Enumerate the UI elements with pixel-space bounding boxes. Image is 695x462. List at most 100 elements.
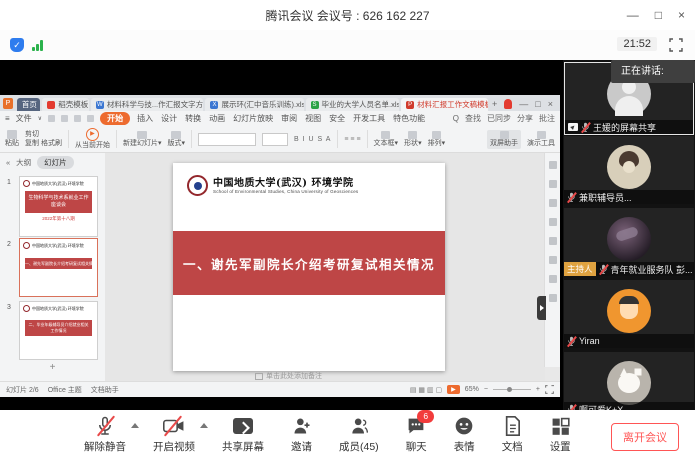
new-slide-button: 新建幻灯片	[123, 140, 158, 147]
ribbon-tab-animation: 动画	[208, 113, 226, 124]
slide-thumbnail-panel: « 大纲 幻灯片 1 中国地质大学(武汉) 环境学院 生物科学与技术系就业工作座…	[0, 153, 106, 382]
chat-icon: 6	[406, 415, 426, 437]
hamburger-icon: ≡	[5, 114, 10, 123]
slides-tab: 幻灯片	[37, 156, 74, 169]
mic-muted-icon	[567, 336, 576, 347]
emoji-icon	[454, 415, 474, 437]
participant-tile[interactable]: 兼职辅导员...	[564, 136, 694, 204]
university-name-cn: 中国地质大学(武汉) 环境学院	[213, 178, 358, 189]
wps-tab-doc1: W材料科学与技...作汇报文字方案	[91, 98, 204, 111]
zoom-in-icon: +	[536, 386, 540, 393]
sidebar-icon	[549, 218, 557, 226]
ribbon-tab-features: 特色功能	[392, 113, 426, 124]
avatar	[607, 361, 651, 405]
minimize-button[interactable]: —	[627, 8, 639, 22]
shape-button: 形状	[404, 140, 418, 147]
share-screen-button[interactable]: 共享屏幕	[222, 415, 264, 454]
zoom-out-icon: −	[484, 386, 488, 393]
sidebar-expand-arrow	[537, 296, 546, 320]
print-icon	[61, 115, 68, 122]
wps-doc-tabbar: P 首页 稻壳模板 W材料科学与技...作汇报文字方案 X展示环(汇中音乐训练)…	[0, 95, 560, 111]
avatar	[607, 217, 651, 261]
university-name-en: School of Environmental Studies, China U…	[213, 189, 358, 194]
fit-screen-icon	[545, 385, 554, 394]
mic-muted-icon	[567, 192, 576, 203]
wps-tabbar-right: + — □ ×	[492, 99, 553, 109]
undo-icon	[74, 115, 81, 122]
mic-muted-icon	[581, 122, 590, 133]
mini-logo-icon	[23, 242, 30, 249]
collapse-panel-icon: «	[6, 158, 10, 167]
participant-name: 青年就业服务队 彭...	[611, 263, 693, 276]
participant-tile-host[interactable]: 主持人 青年就业服务队 彭...	[564, 208, 694, 276]
wps-tab-active: P材料汇报工作文稿模板	[401, 98, 488, 111]
emoji-button[interactable]: 表情	[454, 415, 475, 454]
video-options-caret[interactable]	[200, 423, 208, 428]
wps-promo-icon	[504, 99, 512, 109]
avatar	[607, 145, 651, 189]
meeting-toolbar: 解除静音 开启视频 共享屏幕 邀请 成员(45)	[0, 410, 695, 462]
wps-tab-doc3: S毕业的大学人员名单.xlsx	[306, 98, 400, 111]
wps-tab-doc2: X展示环(汇中音乐训练).xlsx	[205, 98, 303, 111]
ribbon-tab-devtools: 开发工具	[352, 113, 386, 124]
unmute-button[interactable]: 解除静音	[84, 415, 126, 454]
participant-tile[interactable]: Yiran	[564, 280, 694, 348]
university-logo	[187, 175, 208, 196]
members-button[interactable]: 成员(45)	[339, 415, 379, 454]
play-from-current-icon: ▶	[86, 128, 99, 141]
sidebar-icon	[549, 161, 557, 169]
wps-workarea: « 大纲 幻灯片 1 中国地质大学(武汉) 环境学院 生物科学与技术系就业工作座…	[0, 153, 560, 382]
wps-window: P 首页 稻壳模板 W材料科学与技...作汇报文字方案 X展示环(汇中音乐训练)…	[0, 95, 560, 397]
save-icon	[48, 115, 55, 122]
leave-meeting-button[interactable]: 离开会议	[611, 423, 679, 451]
textbox-button: 文本框	[374, 140, 395, 147]
ribbon-tab-view: 视图	[304, 113, 322, 124]
participant-tile[interactable]: 啊可爱K+X	[564, 352, 694, 410]
meeting-infobar: ✓ 21:52	[0, 30, 695, 60]
invite-icon	[292, 415, 312, 437]
ribbon-tab-transition: 转换	[184, 113, 202, 124]
mic-muted-icon	[599, 264, 608, 275]
search-icon: Q	[453, 114, 459, 123]
share-label: 分享	[517, 113, 533, 124]
start-video-button[interactable]: 开启视频	[153, 415, 195, 454]
arrange-button: 排列	[428, 140, 442, 147]
settings-grid-icon	[551, 415, 570, 437]
screen-share-icon	[568, 123, 578, 131]
meeting-titlebar: 腾讯会议 会议号 : 626 162 227 — □ ×	[0, 0, 695, 30]
mini-logo-icon	[23, 305, 30, 312]
alignment-group: ≡ ≡ ≡	[344, 136, 360, 143]
mic-options-caret[interactable]	[131, 423, 139, 428]
notes-hint: 单击此处添加备注	[255, 371, 322, 381]
format-painter-button: 格式刷	[41, 140, 62, 147]
outline-tab: 大纲	[16, 157, 31, 168]
chat-button[interactable]: 6 聊天	[406, 415, 427, 454]
zoom-slider	[493, 389, 531, 390]
mini-logo-icon	[23, 180, 30, 187]
mic-muted-icon	[96, 415, 114, 437]
settings-button[interactable]: 设置	[550, 415, 571, 454]
slide-thumbnail-1: 中国地质大学(武汉) 环境学院 生物科学与技术系就业工作座谈会 2022年第十八…	[19, 176, 98, 237]
font-size-select	[262, 133, 288, 146]
docs-button[interactable]: 文档	[502, 415, 523, 454]
close-button[interactable]: ×	[678, 8, 685, 22]
network-signal-icon[interactable]	[32, 40, 46, 51]
security-shield-icon[interactable]: ✓	[10, 38, 24, 52]
docer-icon	[47, 101, 55, 109]
camera-off-icon	[163, 415, 185, 437]
participant-name: 王媛的屏幕共享	[593, 121, 656, 134]
fullscreen-icon[interactable]	[669, 38, 683, 52]
sync-status: 已同步	[487, 113, 511, 124]
redo-icon	[87, 115, 94, 122]
avatar	[607, 289, 651, 333]
meeting-duration: 21:52	[617, 37, 657, 51]
maximize-button[interactable]: □	[655, 8, 662, 22]
wps-close-icon: ×	[548, 99, 553, 109]
host-badge: 主持人	[564, 262, 596, 276]
invite-button[interactable]: 邀请	[291, 415, 312, 454]
wps-right-sidebar	[544, 153, 560, 367]
slide-counter: 幻灯片 2/6	[6, 385, 39, 395]
ribbon-tab-design: 设计	[160, 113, 178, 124]
participant-name: 啊可爱K+X	[579, 403, 623, 411]
thumb-number: 3	[7, 304, 11, 311]
